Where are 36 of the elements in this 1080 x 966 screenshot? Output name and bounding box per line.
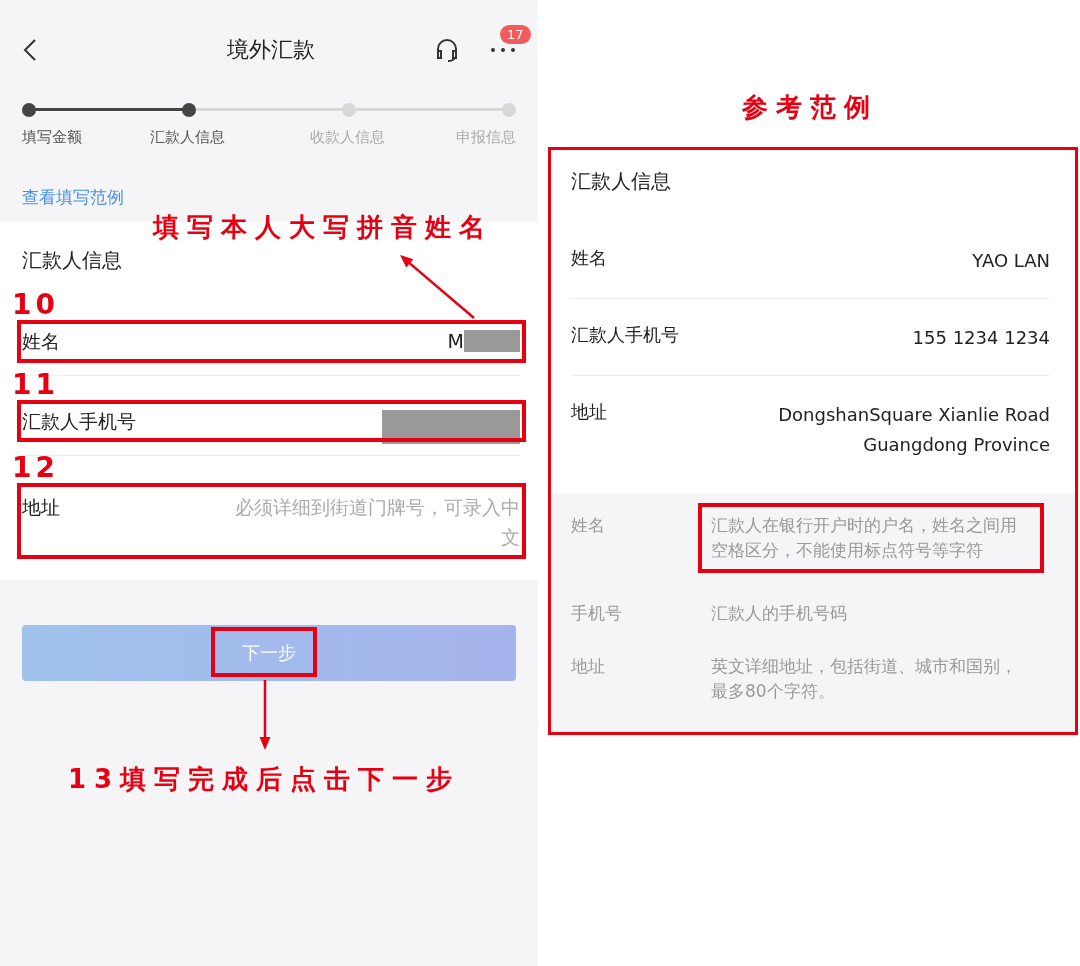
headset-icon[interactable] [434,37,460,63]
field-label: 汇款人手机号 [22,410,136,432]
annotation-text: 13填写完成后点击下一步 [68,763,461,796]
annotation-text: 填写本人大写拼音姓名 [153,211,493,244]
note-text: 汇款人的手机号码 [711,602,848,625]
field-label: 姓名 [22,330,60,352]
example-heading: 参考范例 [742,91,878,124]
step-label: 填写金额 [22,128,82,147]
field-value: YAO LAN [971,249,1050,274]
field-value: M [447,330,464,352]
step-label: 申报信息 [456,128,516,147]
field-label: 姓名 [571,246,607,271]
section-title: 汇款人信息 [570,168,672,195]
note-label: 姓名 [571,514,606,537]
example-link[interactable]: 查看填写范例 [22,187,124,207]
field-value: 155 1234 1234 [911,326,1050,351]
note-label: 地址 [571,655,606,678]
field-label: 地址 [571,399,607,424]
step-label: 收款人信息 [310,128,385,147]
step-number: 12 [12,454,59,482]
more-icon[interactable] [490,46,516,54]
arrow [259,680,271,750]
field-label: 汇款人手机号 [571,323,679,348]
step-label: 汇款人信息 [150,128,225,147]
page-title: 境外汇款 [226,36,316,64]
field-label: 地址 [22,496,60,518]
back-icon[interactable] [22,38,38,62]
field-value: DongshanSquare Xianlie Road Guangdong Province [777,402,1050,457]
section-title: 汇款人信息 [22,248,122,272]
note-text: 英文详细地址，包括街道、城市和国别，最多80个字符。 [711,655,1018,703]
step-number: 10 [12,291,59,319]
step-number: 11 [12,371,59,399]
notification-badge: 17 [500,25,531,44]
note-text: 汇款人在银行开户时的户名，姓名之间用空格区分，不能使用标点符号等字符 [711,514,1018,562]
note-label: 手机号 [571,602,623,625]
address-field[interactable]: 必须详细到街道门牌号，可录入中文 [220,492,520,552]
